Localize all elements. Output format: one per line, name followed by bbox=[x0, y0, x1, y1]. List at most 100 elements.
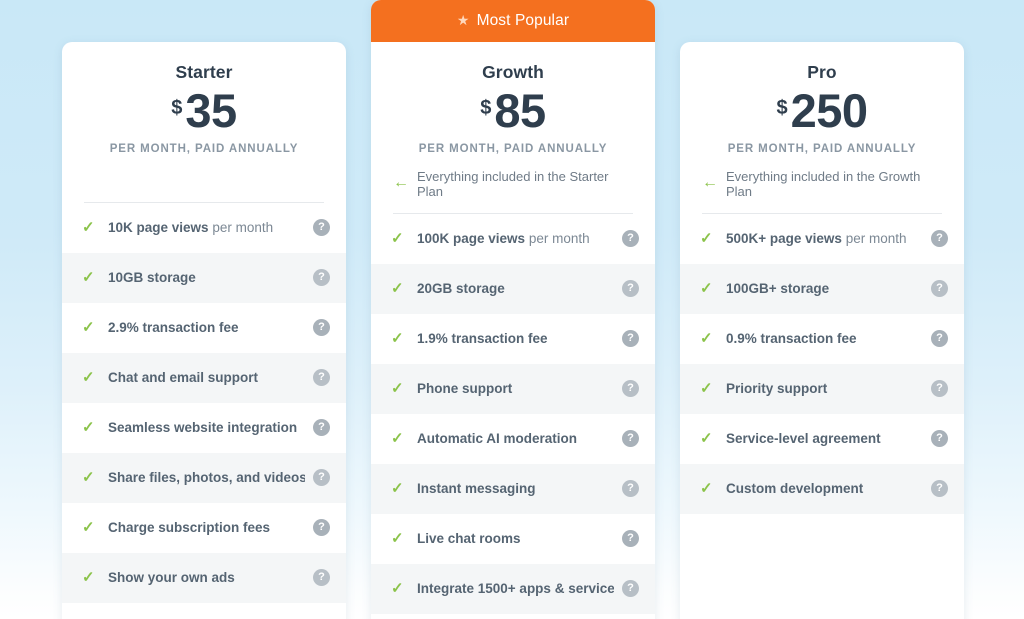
included-note-label: Everything included in the Starter Plan bbox=[417, 168, 609, 199]
feature-row: ✓ Chat and email support? bbox=[62, 352, 346, 403]
feature-list-growth: ✓ 100K page views per month? ✓ 20GB storage… bbox=[371, 213, 655, 614]
help-icon[interactable]: ? bbox=[622, 230, 639, 248]
pricing-card-pro: Pro $ 250 PER MONTH, PAID ANNUALLY ← Eve… bbox=[680, 42, 964, 619]
feature-label: 20GB storage bbox=[417, 281, 505, 297]
price-amount: 35 bbox=[185, 84, 237, 137]
feature-row: ✓ Instant messaging? bbox=[371, 463, 655, 514]
pricing-card-starter: Starter $ 35 PER MONTH, PAID ANNUALLY ✓ 1… bbox=[62, 42, 346, 619]
help-icon[interactable]: ? bbox=[313, 219, 330, 237]
billing-period: PER MONTH, PAID ANNUALLY bbox=[418, 142, 608, 155]
check-icon: ✓ bbox=[391, 430, 404, 448]
help-icon[interactable]: ? bbox=[931, 480, 948, 498]
help-icon[interactable]: ? bbox=[313, 369, 330, 387]
feature-label: Priority support bbox=[726, 381, 828, 397]
feature-row: ✓ 500K+ page views per month? bbox=[680, 213, 964, 264]
help-icon[interactable]: ? bbox=[622, 430, 639, 448]
included-note-growth: ← Everything included in the Starter Pla… bbox=[371, 168, 655, 199]
feature-label: Phone support bbox=[417, 381, 513, 397]
feature-label: 2.9% transaction fee bbox=[108, 320, 239, 336]
help-icon[interactable]: ? bbox=[622, 530, 639, 548]
currency-symbol: $ bbox=[171, 97, 183, 119]
feature-row: ✓ 10K page views per month? bbox=[62, 202, 346, 253]
feature-row: ✓ 10GB storage? bbox=[62, 252, 346, 303]
feature-row: ✓ 100K page views per month? bbox=[371, 213, 655, 264]
feature-row: ✓ Priority support? bbox=[680, 363, 964, 414]
help-icon[interactable]: ? bbox=[313, 419, 330, 437]
feature-row: ✓ 100GB+ storage? bbox=[680, 263, 964, 314]
help-icon[interactable]: ? bbox=[622, 580, 639, 598]
help-icon[interactable]: ? bbox=[313, 569, 330, 587]
feature-list-starter: ✓ 10K page views per month? ✓ 10GB storage?… bbox=[62, 202, 346, 603]
check-icon: ✓ bbox=[391, 380, 404, 398]
header-spacer bbox=[680, 155, 964, 170]
check-icon: ✓ bbox=[700, 380, 713, 398]
feature-row: ✓ Show your own ads? bbox=[62, 552, 346, 603]
help-icon[interactable]: ? bbox=[622, 280, 639, 298]
billing-period: PER MONTH, PAID ANNUALLY bbox=[727, 142, 917, 155]
card-header-starter: Starter $ 35 PER MONTH, PAID ANNUALLY bbox=[62, 42, 346, 203]
check-icon: ✓ bbox=[82, 219, 95, 237]
most-popular-badge: ★ Most Popular bbox=[371, 0, 655, 42]
feature-label: Automatic AI moderation bbox=[417, 431, 578, 447]
help-icon[interactable]: ? bbox=[313, 319, 330, 337]
feature-label: 100GB+ storage bbox=[726, 281, 830, 297]
feature-row: ✓ Automatic AI moderation? bbox=[371, 413, 655, 464]
feature-row: ✓ Integrate 1500+ apps & services? bbox=[371, 563, 655, 614]
feature-label-muted: per month bbox=[841, 231, 907, 247]
check-icon: ✓ bbox=[391, 280, 404, 298]
pricing-board: Starter $ 35 PER MONTH, PAID ANNUALLY ✓ 1… bbox=[0, 0, 1024, 619]
pricing-card-growth: ★ Most Popular Growth $ 85 PER MONTH, PA… bbox=[371, 0, 655, 619]
price: $ 35 bbox=[62, 84, 346, 137]
help-icon[interactable]: ? bbox=[313, 469, 330, 487]
feature-label: Custom development bbox=[726, 481, 864, 497]
card-header-growth: Growth $ 85 PER MONTH, PAID ANNUALLY ← E… bbox=[371, 42, 655, 214]
currency-symbol: $ bbox=[776, 97, 788, 119]
help-icon[interactable]: ? bbox=[931, 330, 948, 348]
feature-label: 10GB storage bbox=[108, 270, 196, 286]
feature-row: ✓ Seamless website integration? bbox=[62, 402, 346, 453]
price-amount: 85 bbox=[494, 84, 546, 137]
feature-row: ✓ 2.9% transaction fee? bbox=[62, 302, 346, 353]
check-icon: ✓ bbox=[391, 230, 404, 248]
check-icon: ✓ bbox=[391, 530, 404, 548]
feature-label: Chat and email support bbox=[108, 370, 259, 386]
feature-label-muted: per month bbox=[208, 220, 274, 236]
feature-label: Show your own ads bbox=[108, 570, 235, 586]
plan-name: Starter bbox=[175, 62, 233, 82]
feature-row: ✓ Live chat rooms? bbox=[371, 513, 655, 564]
feature-label: 500K+ page views per month bbox=[726, 231, 907, 247]
help-icon[interactable]: ? bbox=[931, 280, 948, 298]
currency-symbol: $ bbox=[480, 97, 492, 119]
help-icon[interactable]: ? bbox=[622, 330, 639, 348]
check-icon: ✓ bbox=[700, 330, 713, 348]
feature-row: ✓ Custom development? bbox=[680, 463, 964, 514]
check-icon: ✓ bbox=[82, 519, 95, 537]
feature-row: ✓ Charge subscription fees? bbox=[62, 502, 346, 553]
feature-label-muted: per month bbox=[525, 231, 590, 247]
feature-label: 100K page views per month bbox=[417, 231, 590, 247]
check-icon: ✓ bbox=[700, 230, 713, 248]
help-icon[interactable]: ? bbox=[313, 519, 330, 537]
help-icon[interactable]: ? bbox=[622, 380, 639, 398]
feature-label: 10K page views per month bbox=[108, 220, 274, 236]
feature-row: ✓ 20GB storage? bbox=[371, 263, 655, 314]
feature-label: Seamless website integration bbox=[108, 420, 298, 436]
check-icon: ✓ bbox=[82, 419, 95, 437]
check-icon: ✓ bbox=[82, 469, 95, 487]
feature-row: ✓ Service-level agreement? bbox=[680, 413, 964, 464]
feature-label: Charge subscription fees bbox=[108, 520, 271, 536]
help-icon[interactable]: ? bbox=[931, 380, 948, 398]
help-icon[interactable]: ? bbox=[931, 430, 948, 448]
help-icon[interactable]: ? bbox=[931, 230, 948, 248]
help-icon[interactable]: ? bbox=[313, 269, 330, 287]
included-note-pro: ← Everything included in the Growth Plan bbox=[680, 169, 964, 199]
check-icon: ✓ bbox=[82, 319, 95, 337]
feature-row: ✓ Share files, photos, and videos? bbox=[62, 452, 346, 503]
header-spacer bbox=[371, 155, 655, 170]
help-icon[interactable]: ? bbox=[622, 480, 639, 498]
arrow-left-icon: ← bbox=[702, 173, 718, 191]
price: $ 85 bbox=[371, 84, 655, 137]
price: $ 250 bbox=[680, 87, 964, 134]
header-spacer bbox=[371, 198, 655, 213]
header-spacer bbox=[62, 155, 346, 202]
